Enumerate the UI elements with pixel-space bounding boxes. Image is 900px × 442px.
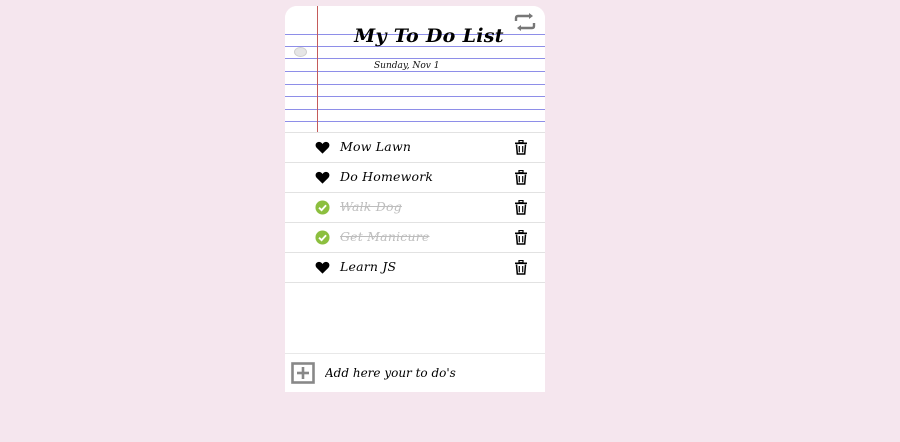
date-label: Sunday, Nov 1 — [374, 61, 440, 71]
trash-icon[interactable] — [514, 139, 528, 155]
add-todo-row — [285, 353, 545, 392]
page-title: My To Do List — [354, 25, 504, 47]
ruled-line — [285, 58, 545, 59]
ruled-line — [285, 109, 545, 110]
todo-label: Get Manicure — [340, 229, 430, 244]
todo-list: Mow Lawn Do Homework Walk Dog Get Manicu… — [285, 132, 545, 283]
todo-label: Do Homework — [340, 169, 434, 184]
ruled-line — [285, 71, 545, 72]
list-item[interactable]: Learn JS — [285, 253, 545, 283]
ruled-line — [285, 84, 545, 85]
trash-icon[interactable] — [514, 259, 528, 275]
todo-label: Learn JS — [340, 259, 397, 274]
check-circle-icon[interactable] — [315, 200, 330, 215]
todo-label: Walk Dog — [340, 199, 402, 214]
plus-square-icon[interactable] — [291, 362, 315, 384]
add-todo-input[interactable] — [325, 363, 535, 383]
check-circle-icon[interactable] — [315, 230, 330, 245]
heart-icon[interactable] — [315, 260, 330, 275]
list-item[interactable]: Mow Lawn — [285, 132, 545, 163]
trash-icon[interactable] — [514, 229, 528, 245]
punch-hole — [294, 47, 307, 57]
heart-icon[interactable] — [315, 170, 330, 185]
todo-label: Mow Lawn — [340, 139, 412, 154]
list-item[interactable]: Get Manicure — [285, 223, 545, 253]
list-item[interactable]: Walk Dog — [285, 193, 545, 223]
trash-icon[interactable] — [514, 199, 528, 215]
ruled-line — [285, 96, 545, 97]
notepad-header: My To Do List Sunday, Nov 1 — [285, 6, 545, 132]
list-item[interactable]: Do Homework — [285, 163, 545, 193]
trash-icon[interactable] — [514, 169, 528, 185]
ruled-line — [285, 121, 545, 122]
heart-icon[interactable] — [315, 140, 330, 155]
todo-card: My To Do List Sunday, Nov 1 Mow Lawn Do … — [285, 6, 545, 392]
